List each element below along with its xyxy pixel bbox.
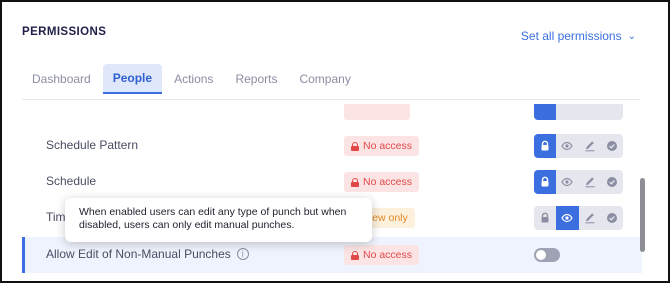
check-icon (606, 177, 617, 187)
pencil-icon (585, 141, 595, 152)
pencil-icon (585, 177, 595, 188)
permission-row-schedule-pattern: Schedule Pattern No access (22, 128, 642, 164)
permission-name: Allow Edit of Non-Manual Punches (46, 247, 231, 261)
tooltip: When enabled users can edit any type of … (65, 198, 372, 242)
permission-level-group (534, 134, 623, 158)
status-badge-label: No access (363, 140, 413, 152)
tooltip-text: When enabled users can edit any type of … (79, 206, 347, 231)
scrollbar[interactable] (640, 100, 646, 281)
tab-reports[interactable]: Reports (225, 64, 287, 94)
view-button[interactable] (556, 206, 579, 230)
no-access-button[interactable] (534, 170, 557, 194)
page-title: PERMISSIONS (22, 26, 107, 38)
eye-icon (561, 141, 574, 151)
edit-button[interactable] (579, 206, 601, 230)
eye-icon (561, 177, 574, 187)
lock-icon (541, 176, 549, 187)
tab-company[interactable]: Company (289, 64, 360, 94)
edit-button[interactable] (579, 170, 601, 194)
permission-list: Schedule Pattern No access Schedule No a… (22, 100, 642, 281)
view-button[interactable] (556, 134, 578, 158)
permission-row-label: Schedule (46, 174, 96, 188)
lock-icon (541, 212, 549, 223)
scrollbar-thumb[interactable] (640, 178, 645, 252)
approve-button[interactable] (601, 170, 623, 194)
set-all-permissions-label: Set all permissions (520, 29, 622, 43)
no-access-button[interactable] (534, 134, 557, 158)
check-icon (606, 141, 617, 151)
status-badge: No access (344, 136, 420, 156)
tab-dashboard[interactable]: Dashboard (22, 64, 101, 94)
no-access-button[interactable] (534, 206, 556, 230)
permission-name: Schedule Pattern (46, 138, 139, 152)
edit-button[interactable] (579, 134, 601, 158)
permissions-panel: PERMISSIONS Set all permissions ⌄ Dashbo… (0, 0, 670, 283)
view-button[interactable] (556, 170, 578, 194)
permission-row-allow-edit-non-manual-punches: Allow Edit of Non-Manual Punches i No ac… (22, 237, 642, 273)
set-all-permissions-dropdown[interactable]: Set all permissions ⌄ (521, 29, 636, 43)
eye-icon (561, 213, 574, 223)
status-badge: No access (344, 245, 420, 265)
status-badge (344, 104, 410, 120)
lock-icon (541, 140, 549, 151)
approve-button[interactable] (601, 206, 623, 230)
check-icon (606, 213, 617, 223)
tab-actions[interactable]: Actions (164, 64, 223, 94)
permission-row-schedule: Schedule No access (22, 164, 642, 200)
lock-icon (351, 177, 359, 187)
tab-bar: Dashboard People Actions Reports Company (22, 64, 363, 94)
approve-button[interactable] (601, 134, 623, 158)
lock-icon (351, 250, 359, 260)
pencil-icon (585, 213, 595, 224)
lock-icon (351, 141, 359, 151)
allow-edit-toggle[interactable] (534, 248, 560, 262)
status-badge: No access (344, 172, 420, 192)
tab-people[interactable]: People (102, 64, 163, 94)
status-badge-label: No access (363, 176, 413, 188)
permission-level-group (534, 170, 623, 194)
permission-row-label: Schedule Pattern (46, 138, 138, 152)
status-badge-label: No access (363, 249, 413, 261)
permission-name: Schedule (46, 174, 97, 188)
permission-level-group[interactable] (534, 104, 623, 120)
permission-row-label: Allow Edit of Non-Manual Punches i (46, 247, 249, 261)
chevron-down-icon: ⌄ (627, 30, 636, 42)
permission-level-group (534, 206, 623, 230)
info-icon[interactable]: i (236, 248, 249, 260)
